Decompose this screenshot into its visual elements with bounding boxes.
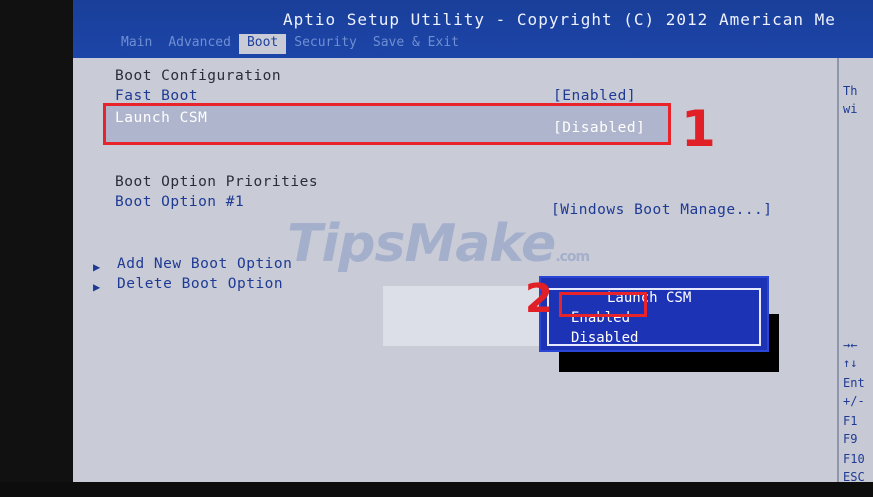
help-line: wi	[843, 102, 858, 116]
tab-save-exit[interactable]: Save & Exit	[365, 34, 467, 54]
bios-screen: Aptio Setup Utility - Copyright (C) 2012…	[73, 0, 873, 482]
title-bar: Aptio Setup Utility - Copyright (C) 2012…	[73, 0, 873, 58]
annotation-step-2: 2	[525, 276, 553, 322]
tab-main[interactable]: Main	[113, 34, 160, 54]
annotation-box-launch-csm	[103, 103, 671, 145]
submenu-arrow-icon: ▶	[93, 260, 101, 274]
submenu-arrow-icon: ▶	[93, 280, 101, 294]
key-hint-select-item: ↑↓	[843, 356, 858, 370]
help-line: Th	[843, 84, 858, 98]
key-hint-select-screen: →←	[843, 338, 858, 352]
key-hint-f9: F9	[843, 432, 858, 446]
app-title: Aptio Setup Utility - Copyright (C) 2012…	[283, 10, 836, 29]
key-hint-f1: F1	[843, 414, 858, 428]
delete-boot-option[interactable]: Delete Boot Option	[117, 276, 283, 292]
key-hint-f10: F10	[843, 452, 865, 466]
watermark-text: TipsMake	[287, 214, 556, 274]
fast-boot-value[interactable]: [Enabled]	[553, 88, 636, 104]
key-hint-esc: ESC	[843, 470, 865, 482]
fast-boot-label[interactable]: Fast Boot	[115, 88, 198, 104]
tab-bar: Main Advanced Boot Security Save & Exit	[113, 34, 467, 54]
section-boot-option-priorities: Boot Option Priorities	[115, 174, 319, 190]
boot-option-1-label[interactable]: Boot Option #1	[115, 194, 244, 210]
monitor-bezel-left	[0, 0, 73, 497]
section-boot-configuration: Boot Configuration	[115, 68, 282, 84]
annotation-box-enabled	[559, 292, 647, 317]
help-panel: Th wi →← ↑↓ Ent +/- F1 F9 F10 ESC	[839, 58, 873, 482]
tab-security[interactable]: Security	[286, 34, 365, 54]
key-hint-enter: Ent	[843, 376, 865, 390]
screen-glare	[383, 286, 543, 346]
watermark-suffix: .com	[555, 249, 590, 265]
option-disabled[interactable]: Disabled	[571, 330, 638, 346]
annotation-step-1: 1	[681, 100, 716, 158]
add-new-boot-option[interactable]: Add New Boot Option	[117, 256, 292, 272]
tab-advanced[interactable]: Advanced	[160, 34, 239, 54]
tab-boot[interactable]: Boot	[238, 34, 287, 54]
key-hint-change: +/-	[843, 394, 865, 408]
watermark: TipsMake.com	[287, 214, 590, 274]
monitor-bezel-bottom	[0, 482, 873, 497]
